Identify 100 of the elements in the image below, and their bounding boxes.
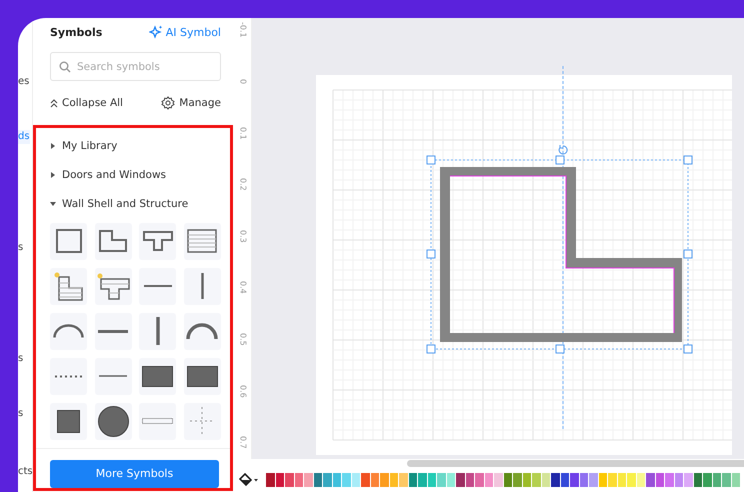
color-swatch[interactable] bbox=[304, 473, 312, 487]
color-swatch[interactable] bbox=[399, 473, 408, 487]
search-field[interactable]: Search symbols bbox=[50, 52, 221, 81]
symbol-tile[interactable] bbox=[50, 312, 87, 350]
color-swatch[interactable] bbox=[665, 473, 674, 487]
wall-symbol-icon bbox=[98, 330, 128, 333]
resize-handle[interactable] bbox=[426, 344, 436, 354]
color-swatch[interactable] bbox=[294, 473, 303, 487]
color-swatch[interactable] bbox=[370, 473, 379, 487]
color-swatch[interactable] bbox=[504, 473, 512, 487]
symbol-tile[interactable] bbox=[50, 358, 87, 395]
color-swatch[interactable] bbox=[285, 473, 294, 487]
symbol-tile[interactable] bbox=[184, 358, 220, 395]
symbol-tile[interactable] bbox=[184, 312, 220, 350]
color-swatch[interactable] bbox=[608, 473, 616, 487]
color-swatch[interactable] bbox=[361, 473, 370, 487]
more-symbols-button[interactable]: More Symbols bbox=[50, 460, 219, 488]
rotate-icon[interactable] bbox=[558, 144, 568, 154]
manage-button[interactable]: Manage bbox=[161, 96, 221, 110]
color-swatch[interactable] bbox=[437, 473, 446, 487]
color-swatch[interactable] bbox=[684, 473, 692, 487]
color-swatch[interactable] bbox=[428, 473, 436, 487]
color-swatch[interactable] bbox=[694, 473, 702, 487]
color-swatch[interactable] bbox=[494, 473, 502, 487]
color-swatch[interactable] bbox=[674, 473, 683, 487]
color-swatch[interactable] bbox=[323, 473, 332, 487]
symbol-tile[interactable] bbox=[139, 222, 176, 260]
resize-handle[interactable] bbox=[684, 344, 692, 354]
wall-symbol-icon bbox=[187, 229, 217, 254]
color-swatch[interactable] bbox=[656, 473, 664, 487]
symbol-tile[interactable] bbox=[184, 222, 220, 260]
color-swatch[interactable] bbox=[580, 473, 588, 487]
color-swatch[interactable] bbox=[732, 473, 740, 487]
color-swatch[interactable] bbox=[466, 473, 474, 487]
wall-symbol-icon bbox=[54, 374, 82, 378]
color-swatch[interactable] bbox=[314, 473, 322, 487]
symbol-tile[interactable] bbox=[94, 402, 132, 440]
color-swatch[interactable] bbox=[266, 473, 274, 487]
color-swatch[interactable] bbox=[418, 473, 426, 487]
fill-color-button[interactable] bbox=[239, 473, 259, 487]
color-swatch[interactable] bbox=[532, 473, 540, 487]
symbol-tile[interactable] bbox=[139, 312, 176, 350]
ai-symbol-link[interactable]: AI Symbol bbox=[148, 25, 221, 39]
color-swatch[interactable] bbox=[408, 473, 417, 487]
color-swatch[interactable] bbox=[712, 473, 721, 487]
wall-symbol-icon bbox=[142, 231, 172, 252]
color-swatch[interactable] bbox=[475, 473, 484, 487]
color-swatch[interactable] bbox=[276, 473, 284, 487]
color-swatch[interactable] bbox=[484, 473, 493, 487]
color-swatch[interactable] bbox=[446, 473, 455, 487]
category-header[interactable]: Wall Shell and Structure bbox=[50, 189, 219, 218]
color-swatch[interactable] bbox=[570, 473, 578, 487]
color-swatch[interactable] bbox=[636, 473, 645, 487]
symbol-tile[interactable] bbox=[50, 402, 87, 440]
symbol-tile[interactable] bbox=[139, 402, 176, 440]
symbol-tile[interactable] bbox=[94, 358, 132, 395]
symbol-tile[interactable] bbox=[139, 358, 176, 395]
scrollbar[interactable] bbox=[407, 460, 744, 467]
symbol-tile[interactable] bbox=[184, 402, 220, 440]
color-swatch[interactable] bbox=[598, 473, 607, 487]
nav-item[interactable]: s bbox=[18, 352, 24, 366]
color-swatch[interactable] bbox=[560, 473, 569, 487]
symbol-tile[interactable] bbox=[94, 312, 132, 350]
color-swatch[interactable] bbox=[703, 473, 712, 487]
category-header[interactable]: Doors and Windows bbox=[50, 160, 219, 190]
color-swatch[interactable] bbox=[380, 473, 388, 487]
symbol-tile[interactable] bbox=[94, 222, 132, 260]
color-swatch[interactable] bbox=[352, 473, 360, 487]
color-swatch[interactable] bbox=[542, 473, 550, 487]
color-swatch[interactable] bbox=[342, 473, 350, 487]
color-swatch[interactable] bbox=[646, 473, 654, 487]
resize-handle[interactable] bbox=[684, 156, 692, 164]
resize-handle[interactable] bbox=[556, 156, 564, 164]
ruler-label: -0.1 bbox=[238, 22, 248, 38]
symbol-tile[interactable] bbox=[184, 268, 220, 305]
symbol-tile[interactable] bbox=[50, 268, 87, 305]
color-swatch[interactable] bbox=[332, 473, 341, 487]
symbol-tile[interactable] bbox=[94, 268, 132, 305]
color-swatch[interactable] bbox=[522, 473, 531, 487]
color-swatch[interactable] bbox=[627, 473, 636, 487]
resize-handle[interactable] bbox=[426, 250, 436, 258]
resize-handle[interactable] bbox=[556, 344, 564, 354]
nav-item[interactable]: s bbox=[18, 407, 24, 421]
wall-symbol-icon bbox=[57, 410, 80, 433]
symbol-tile[interactable] bbox=[139, 268, 176, 305]
nav-item[interactable]: cts bbox=[18, 465, 33, 479]
resize-handle[interactable] bbox=[426, 156, 436, 164]
color-swatch[interactable] bbox=[722, 473, 730, 487]
collapse-all-button[interactable]: Collapse All bbox=[50, 97, 123, 109]
symbol-tile[interactable] bbox=[50, 222, 87, 260]
color-swatch[interactable] bbox=[618, 473, 626, 487]
color-swatch[interactable] bbox=[456, 473, 464, 487]
color-swatch[interactable] bbox=[589, 473, 598, 487]
nav-item[interactable]: s bbox=[18, 241, 24, 255]
category-header[interactable]: My Library bbox=[50, 132, 219, 161]
color-swatch[interactable] bbox=[513, 473, 522, 487]
nav-item[interactable]: es bbox=[18, 75, 30, 89]
resize-handle[interactable] bbox=[684, 250, 692, 258]
color-swatch[interactable] bbox=[551, 473, 560, 487]
color-swatch[interactable] bbox=[390, 473, 398, 487]
